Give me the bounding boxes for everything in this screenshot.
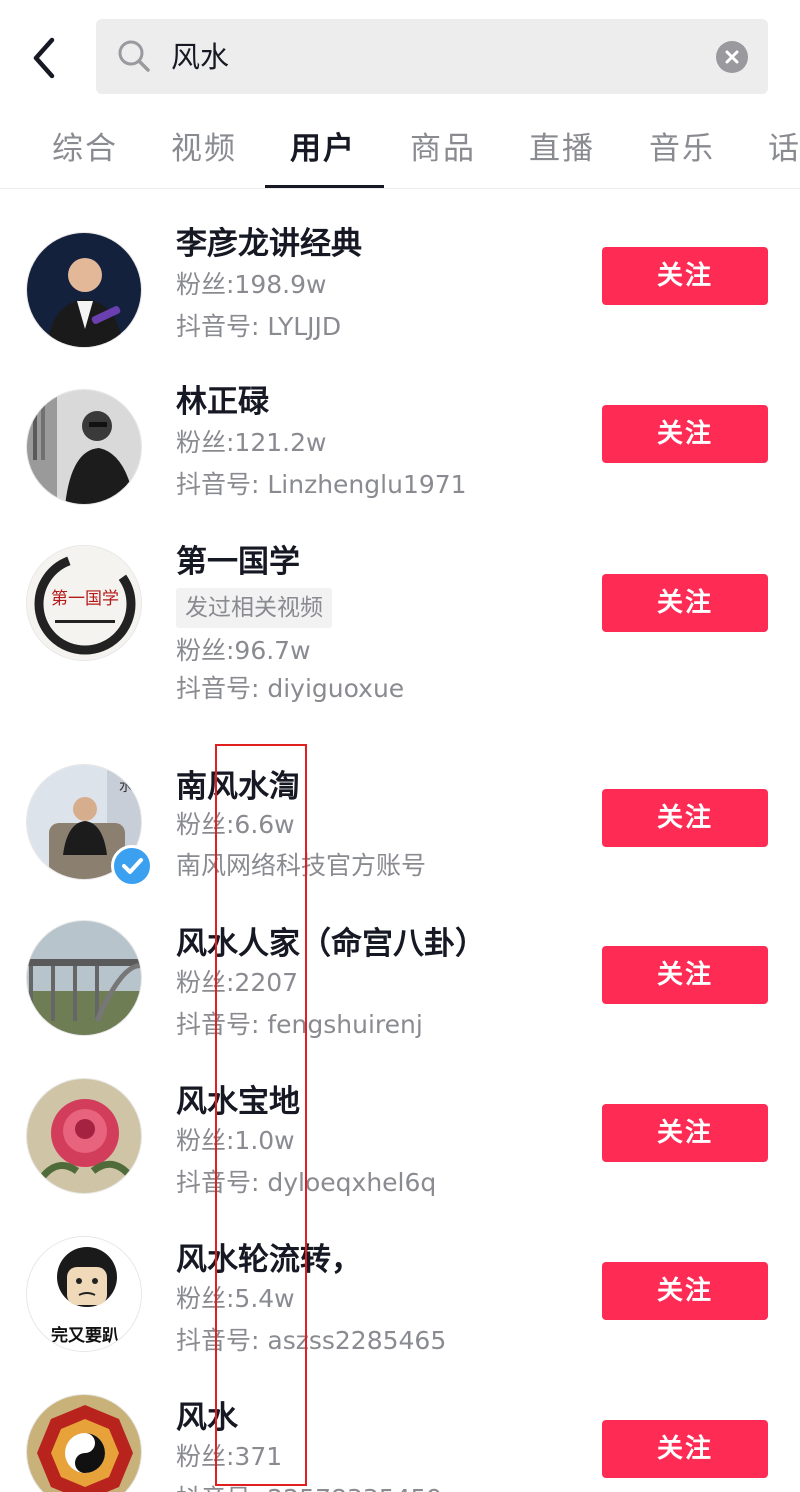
user-avatar[interactable]	[26, 1078, 142, 1194]
tab-videos[interactable]: 视频	[171, 129, 237, 169]
user-row[interactable]: 完又要趴 风水轮流转， 粉丝:5.4w 抖音号: aszss2285465 关注	[0, 1206, 800, 1364]
follow-button[interactable]: 关注	[602, 789, 768, 847]
follow-button[interactable]: 关注	[602, 946, 768, 1004]
user-row[interactable]: 林正碌 粉丝:121.2w 抖音号: Linzhenglu1971 关注	[0, 348, 800, 508]
tab-music[interactable]: 音乐	[649, 129, 715, 169]
follow-button[interactable]: 关注	[602, 247, 768, 305]
user-avatar[interactable]: 第一国学	[26, 545, 142, 661]
user-avatar[interactable]	[26, 920, 142, 1036]
active-tab-indicator	[265, 185, 384, 188]
related-video-tag: 发过相关视频	[176, 588, 332, 628]
follow-button[interactable]: 关注	[602, 1420, 768, 1478]
user-avatar[interactable]: 完又要趴	[26, 1236, 142, 1352]
user-name[interactable]: 第一国学	[176, 542, 300, 582]
fans-count: 粉丝:121.2w	[176, 428, 327, 457]
back-arrow-icon[interactable]	[22, 30, 66, 86]
clear-icon[interactable]	[716, 41, 748, 73]
fans-count: 粉丝:198.9w	[176, 270, 327, 299]
avatar-meme-text: 完又要趴	[51, 1325, 119, 1346]
search-bar[interactable]: 风水	[96, 19, 768, 94]
follow-button[interactable]: 关注	[602, 1262, 768, 1320]
tab-live[interactable]: 直播	[529, 129, 595, 169]
tab-users[interactable]: 用户	[290, 129, 356, 169]
douyin-id: 抖音号: diyiguoxue	[176, 674, 405, 703]
user-name[interactable]: 李彦龙讲经典	[176, 224, 362, 264]
highlight-annotation-box	[215, 744, 307, 1486]
tab-topics[interactable]: 话	[768, 129, 800, 169]
svg-text:水: 水	[119, 779, 133, 795]
user-row[interactable]: 风水 粉丝:371 抖音号: 22578335459 关注	[0, 1364, 800, 1492]
fans-count: 粉丝:96.7w	[176, 636, 311, 665]
search-icon	[116, 38, 152, 74]
user-name[interactable]: 林正碌	[176, 382, 269, 422]
user-row[interactable]: 水 南风水渹 粉丝:6.6w 南风网络科技官方账号 关注	[0, 733, 800, 890]
verified-badge-icon	[111, 845, 153, 887]
search-input[interactable]: 风水	[171, 37, 691, 77]
user-avatar[interactable]	[26, 1394, 142, 1492]
tab-products[interactable]: 商品	[410, 129, 476, 169]
user-avatar[interactable]	[26, 389, 142, 505]
tab-comprehensive[interactable]: 综合	[52, 129, 118, 169]
douyin-id: 抖音号: LYLJJD	[176, 312, 342, 341]
follow-button[interactable]: 关注	[602, 1104, 768, 1162]
avatar-calligraphy-text: 第一国学	[51, 589, 119, 609]
user-row[interactable]: 第一国学 第一国学 发过相关视频 粉丝:96.7w 抖音号: diyiguoxu…	[0, 508, 800, 733]
top-bar: 风水	[0, 0, 800, 112]
follow-button[interactable]: 关注	[602, 405, 768, 463]
category-tabs: 综合 视频 用户 商品 直播 音乐 话	[0, 112, 800, 189]
user-row[interactable]: 风水人家（命宫八卦） 粉丝:2207 抖音号: fengshuirenj 关注	[0, 890, 800, 1048]
follow-button[interactable]: 关注	[602, 574, 768, 632]
user-row[interactable]: 李彦龙讲经典 粉丝:198.9w 抖音号: LYLJJD 关注	[0, 190, 800, 348]
user-avatar[interactable]	[26, 232, 142, 348]
douyin-id: 抖音号: Linzhenglu1971	[176, 470, 467, 499]
user-row[interactable]: 风水宝地 粉丝:1.0w 抖音号: dyloeqxhel6q 关注	[0, 1048, 800, 1206]
